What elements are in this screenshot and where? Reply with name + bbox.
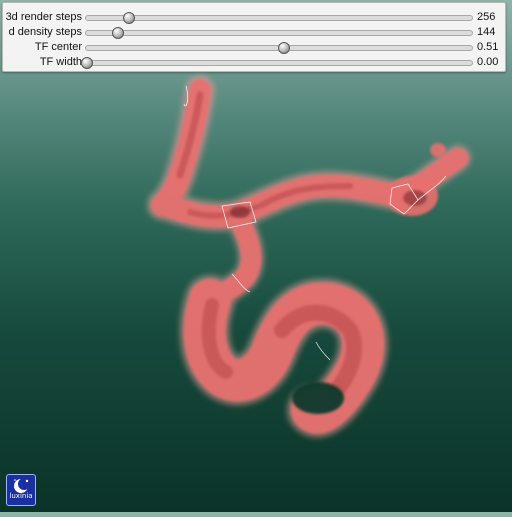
slider-render-steps: 3d render steps 256 — [3, 10, 505, 25]
slider-label: d density steps — [8, 26, 82, 38]
logo-text: luxinia — [9, 492, 33, 500]
luxinia-logo: luxinia — [6, 474, 36, 506]
slider-label: 3d render steps — [5, 11, 82, 23]
vessel-render — [147, 75, 471, 438]
slider-value: 0.00 — [477, 56, 499, 68]
slider-label: TF width — [39, 56, 82, 68]
settings-panel: 3d render steps 256 d density steps 144 … — [2, 2, 506, 72]
slider-knob[interactable] — [111, 27, 124, 39]
moon-star-icon — [14, 478, 30, 493]
slider-value: 0.51 — [477, 41, 499, 53]
slider-track[interactable] — [85, 12, 473, 24]
slider-knob[interactable] — [277, 42, 290, 54]
slider-label: TF center — [34, 41, 82, 53]
slider-track[interactable] — [81, 57, 473, 69]
slider-density-steps: d density steps 144 — [3, 25, 505, 40]
slider-knob[interactable] — [81, 57, 93, 69]
slider-track[interactable] — [85, 27, 473, 39]
slider-value: 144 — [477, 26, 496, 38]
slider-value: 256 — [477, 11, 496, 23]
vessel-body — [151, 79, 468, 434]
slider-track[interactable] — [85, 42, 473, 54]
slider-tf-width: TF width 0.00 — [3, 55, 505, 70]
slider-tf-center: TF center 0.51 — [3, 40, 505, 55]
slider-knob[interactable] — [123, 12, 136, 24]
3d-viewport[interactable] — [0, 70, 512, 512]
